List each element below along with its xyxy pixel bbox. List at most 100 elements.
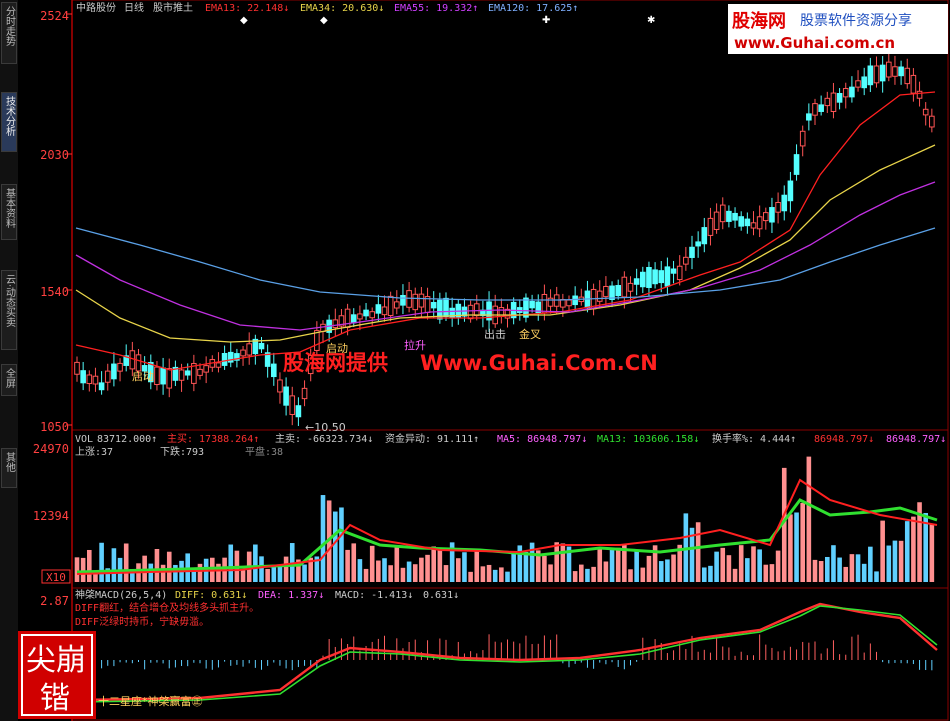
volume-bar xyxy=(800,502,805,582)
candle-body xyxy=(215,362,222,368)
candle-body xyxy=(320,323,326,332)
vol-axis-tick: 12394 xyxy=(33,509,69,523)
candle-body xyxy=(824,97,831,107)
stock-name: 中路股份 xyxy=(76,1,116,14)
candle-body xyxy=(640,271,646,288)
candle-body xyxy=(922,108,929,116)
macd-extra: 0.631↓ xyxy=(423,590,459,601)
candle-body xyxy=(289,395,296,416)
volume-bar xyxy=(911,516,916,582)
indicator-name: 股市推土 xyxy=(153,1,193,14)
volume-bar xyxy=(456,558,461,582)
volume-bar xyxy=(572,571,578,582)
candle-body xyxy=(160,367,166,385)
macd-title: 神棨MACD(26,5,4) xyxy=(75,588,167,601)
candle-body xyxy=(203,365,209,373)
candle-body xyxy=(111,363,117,380)
volume-bar xyxy=(160,564,166,582)
volume-bar xyxy=(726,555,732,582)
volume-bar xyxy=(542,555,547,582)
tab-intraday[interactable]: 分时走势 xyxy=(1,2,17,64)
shangzhang-count: 上涨:37 xyxy=(75,446,113,458)
zijin-readout: 资金异动: 91.111↑ xyxy=(385,432,479,445)
price-axis-tick: 2524 xyxy=(40,9,69,23)
candle-body xyxy=(892,66,898,77)
volume-bar xyxy=(806,456,812,582)
sidebar: 分时走势 技术分析 基本资料 云·动态买卖 全屏 其他 xyxy=(0,0,18,721)
candle-body xyxy=(596,290,603,302)
volume-bar xyxy=(406,561,412,582)
volume-bar xyxy=(499,567,504,582)
candle-body xyxy=(621,276,628,298)
volume-bar xyxy=(874,571,879,582)
volume-bar xyxy=(123,543,129,582)
candle-body xyxy=(277,379,283,393)
seal-stamp: 尖崩 锴 xyxy=(18,631,96,719)
volume-bar xyxy=(511,551,516,582)
candle-body xyxy=(541,293,548,314)
candle-body xyxy=(117,362,123,372)
volume-bar xyxy=(554,542,559,582)
candle-body xyxy=(566,299,572,307)
tab-other[interactable]: 其他 xyxy=(1,448,17,488)
volume-bar xyxy=(283,556,289,582)
volume-bar xyxy=(560,543,566,582)
candle-body xyxy=(221,353,228,366)
volume-bar xyxy=(579,564,584,582)
candle-body xyxy=(98,382,105,391)
annotation-qidong: 启动 xyxy=(132,370,154,383)
candle-body xyxy=(166,368,173,389)
volume-bar xyxy=(240,570,246,582)
extra1-readout: 86948.797↓ xyxy=(814,434,874,445)
tab-cloud-trading[interactable]: 云·动态买卖 xyxy=(1,270,17,350)
tab-basic-info[interactable]: 基本资料 xyxy=(1,184,17,240)
logo-url: www.Guhai.com.cn xyxy=(734,34,895,52)
volume-bar xyxy=(382,558,387,582)
volume-bar xyxy=(339,507,344,582)
candle-body xyxy=(763,212,769,222)
candle-body xyxy=(560,299,566,308)
candle-body xyxy=(529,300,535,309)
ema34-readout: EMA34: 20.630↓ xyxy=(300,3,384,14)
huanshou-readout: 换手率%: 4.444↑ xyxy=(712,432,796,445)
candle-body xyxy=(898,66,904,77)
tab-label: 基本资料 xyxy=(3,188,15,228)
volume-bar xyxy=(702,567,707,582)
candle-body xyxy=(812,103,818,116)
volume-bar xyxy=(708,565,713,582)
candle-body xyxy=(92,375,99,385)
volume-bar xyxy=(818,561,824,582)
volume-bar xyxy=(345,549,350,582)
candle-body xyxy=(344,308,351,328)
tab-fullscreen[interactable]: 全屏 xyxy=(1,364,17,396)
candle-body xyxy=(572,295,578,306)
candle-body xyxy=(154,366,160,386)
volume-bar xyxy=(388,565,393,582)
volume-bar xyxy=(271,565,277,582)
candle-body xyxy=(363,309,369,317)
candle-body xyxy=(394,301,400,309)
volume-bar xyxy=(369,545,375,582)
stock-chart[interactable]: 2524 2030 1540 1050 中路股份 日线 股市推土 EMA13: … xyxy=(18,0,950,721)
volume-bar xyxy=(591,566,596,582)
star-marker: ◆ xyxy=(320,15,328,26)
volume-bar xyxy=(437,547,443,582)
candle-body xyxy=(842,88,849,98)
volume-bars xyxy=(74,456,938,582)
candle-body xyxy=(676,265,683,281)
macd-axis-tick: 2.87 xyxy=(40,594,69,608)
candle-body xyxy=(855,80,861,88)
ema13-readout: EMA13: 22.148↓ xyxy=(205,3,289,14)
candle-body xyxy=(375,304,382,314)
star-marker: ✱ xyxy=(647,15,655,26)
price-axis-tick: 1540 xyxy=(40,285,69,299)
volume-bar xyxy=(714,551,719,582)
volume-bar xyxy=(732,568,738,582)
macd-note-2: DIFF泛绿时持币，宁缺毋滥。 xyxy=(75,615,209,628)
candle-body xyxy=(658,270,665,284)
xiadie-count: 下跌:793 xyxy=(160,445,204,458)
volume-bar xyxy=(695,522,701,582)
tab-technical-analysis[interactable]: 技术分析 xyxy=(1,92,17,152)
volume-bar xyxy=(868,546,873,582)
volume-bar xyxy=(87,549,92,582)
